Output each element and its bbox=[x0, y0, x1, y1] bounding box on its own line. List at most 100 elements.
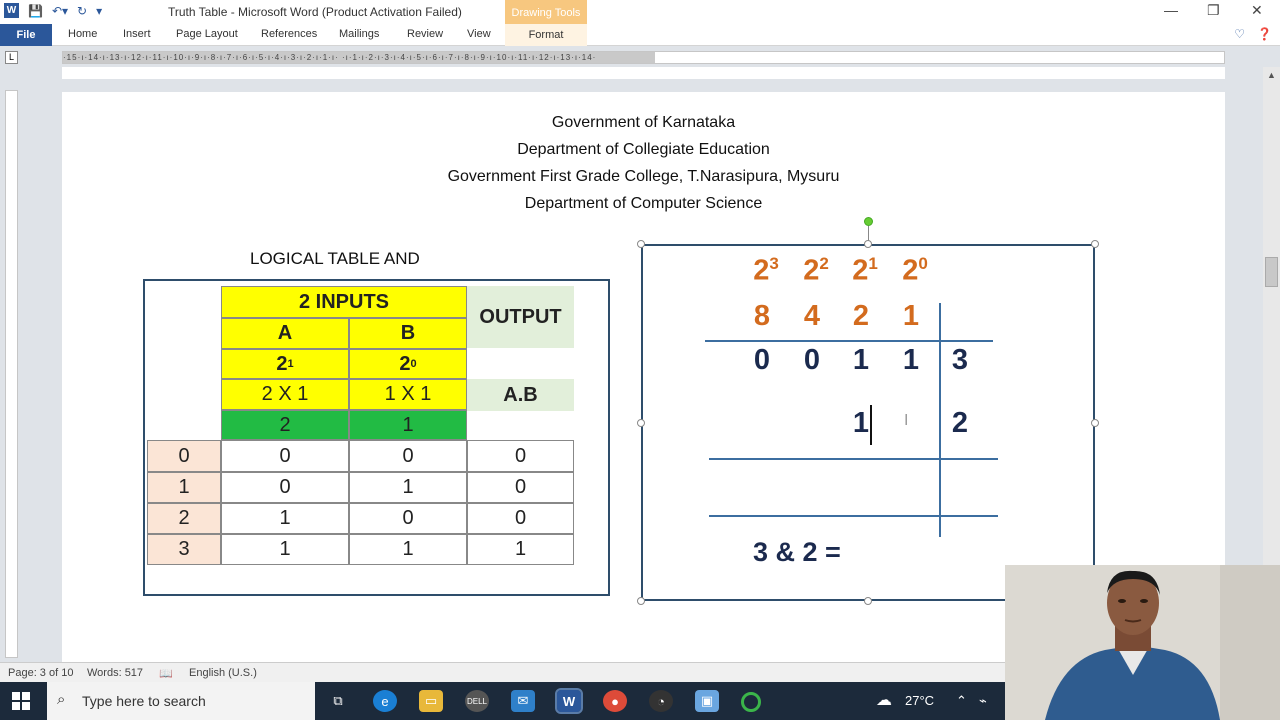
grid-line bbox=[705, 340, 993, 342]
close-button[interactable]: ✕ bbox=[1251, 2, 1263, 19]
chrome-icon[interactable]: ● bbox=[603, 690, 627, 712]
decimal-value: 2 bbox=[951, 407, 969, 439]
tab-format[interactable]: Format bbox=[505, 24, 587, 46]
power-b-base: 2 bbox=[399, 352, 411, 375]
tab-selector-icon[interactable]: L bbox=[5, 51, 18, 64]
power-label: 22 bbox=[803, 254, 829, 287]
scroll-up-icon[interactable]: ▲ bbox=[1267, 70, 1276, 80]
power-b-exp: 0 bbox=[410, 358, 417, 370]
tab-insert[interactable]: Insert bbox=[123, 28, 151, 40]
expand-ribbon-icon[interactable]: ♡ bbox=[1234, 27, 1245, 41]
weight-b: 1 bbox=[349, 410, 467, 440]
tab-page-layout[interactable]: Page Layout bbox=[176, 28, 238, 40]
clock-app-icon[interactable]: ◔ bbox=[649, 690, 673, 712]
task-view-icon[interactable]: ⧉ bbox=[326, 690, 350, 712]
word-taskbar-icon[interactable]: W bbox=[555, 688, 583, 714]
row-a: 1 bbox=[221, 503, 349, 534]
row-b: 1 bbox=[349, 534, 467, 565]
expression-cell: A.B bbox=[467, 379, 574, 411]
power-a: 21 bbox=[221, 349, 349, 379]
quick-access-toolbar: W 💾 ↶▾ ↻ ▾ bbox=[4, 3, 102, 18]
output-header: OUTPUT bbox=[467, 286, 574, 348]
tab-file[interactable]: File bbox=[0, 24, 52, 46]
row-output: 0 bbox=[467, 472, 574, 503]
network-icon[interactable]: ⌁ bbox=[979, 693, 987, 709]
bit-digit: 1 bbox=[852, 407, 870, 439]
help-icon[interactable]: ❓ bbox=[1257, 27, 1272, 41]
weight-label: 1 bbox=[902, 300, 920, 332]
webcam-overlay bbox=[1005, 565, 1280, 720]
heading-line-4: Department of Computer Science bbox=[524, 195, 763, 212]
tab-references[interactable]: References bbox=[261, 28, 317, 40]
col-b-header: B bbox=[349, 318, 467, 349]
tab-home[interactable]: Home bbox=[68, 28, 97, 40]
green-ring-app-icon[interactable] bbox=[741, 692, 761, 712]
col-a-header: A bbox=[221, 318, 349, 349]
drawing-tools-label: Drawing Tools bbox=[505, 0, 587, 24]
tab-mailings[interactable]: Mailings bbox=[339, 28, 379, 40]
row-output: 0 bbox=[467, 503, 574, 534]
resize-handle[interactable] bbox=[864, 240, 872, 248]
resize-handle[interactable] bbox=[864, 597, 872, 605]
resize-handle[interactable] bbox=[637, 419, 645, 427]
horizontal-ruler[interactable]: ·15·ı·14·ı·13·ı·12·ı·11·ı·10·ı·9·ı·8·ı·7… bbox=[62, 51, 1225, 64]
edge-icon[interactable]: e bbox=[373, 690, 397, 712]
word-app-icon[interactable]: W bbox=[4, 3, 19, 18]
rotate-handle[interactable] bbox=[864, 217, 873, 226]
proofing-icon[interactable]: 📖 bbox=[159, 667, 173, 680]
dell-icon[interactable]: DELL bbox=[465, 690, 489, 712]
search-icon: ⌕ bbox=[57, 691, 66, 708]
tab-review[interactable]: Review bbox=[407, 28, 443, 40]
resize-handle[interactable] bbox=[1091, 419, 1099, 427]
row-b: 1 bbox=[349, 472, 467, 503]
row-a: 1 bbox=[221, 534, 349, 565]
mail-icon[interactable]: ✉ bbox=[511, 690, 535, 712]
ruler-row: L ·15·ı·14·ı·13·ı·12·ı·11·ı·10·ı·9·ı·8·ı… bbox=[0, 47, 1280, 67]
mult-b: 1 X 1 bbox=[349, 379, 467, 410]
minimize-button[interactable]: — bbox=[1164, 2, 1178, 18]
power-b: 20 bbox=[349, 349, 467, 379]
save-icon[interactable]: 💾 bbox=[28, 4, 43, 18]
row-output: 0 bbox=[467, 440, 574, 472]
word-count[interactable]: Words: 517 bbox=[87, 667, 143, 679]
row-index: 2 bbox=[147, 503, 221, 534]
search-placeholder: Type here to search bbox=[82, 693, 206, 709]
windows-start-icon[interactable] bbox=[12, 692, 30, 710]
vertical-ruler[interactable] bbox=[5, 90, 18, 658]
restore-button[interactable]: ❐ bbox=[1207, 2, 1220, 19]
resize-handle[interactable] bbox=[637, 240, 645, 248]
grid-line bbox=[709, 515, 998, 517]
resize-handle[interactable] bbox=[1091, 240, 1099, 248]
heading-line-2: Department of Collegiate Education bbox=[517, 141, 770, 158]
ibeam-cursor-icon: I bbox=[904, 412, 909, 429]
customize-qat-icon[interactable]: ▾ bbox=[96, 4, 102, 18]
file-explorer-icon[interactable]: ▭ bbox=[419, 690, 443, 712]
title-bar: W 💾 ↶▾ ↻ ▾ Truth Table - Microsoft Word … bbox=[0, 0, 1280, 24]
decimal-value: 3 bbox=[951, 344, 969, 376]
ribbon-tabs: Home Insert Page Layout References Maili… bbox=[0, 24, 1280, 46]
power-label: 20 bbox=[902, 254, 928, 287]
taskbar-search[interactable]: ⌕ Type here to search bbox=[47, 682, 315, 720]
language[interactable]: English (U.S.) bbox=[189, 667, 257, 679]
temperature[interactable]: 27°C bbox=[905, 693, 934, 708]
power-a-base: 2 bbox=[276, 352, 288, 375]
weight-a: 2 bbox=[221, 410, 349, 440]
tab-view[interactable]: View bbox=[467, 28, 491, 40]
tray-chevron-icon[interactable]: ⌃ bbox=[956, 693, 967, 709]
row-index: 0 bbox=[147, 440, 221, 472]
resize-handle[interactable] bbox=[637, 597, 645, 605]
power-label: 21 bbox=[852, 254, 878, 287]
bit-digit: 1 bbox=[852, 344, 870, 376]
weather-icon[interactable]: ☁ bbox=[876, 690, 892, 710]
row-b: 0 bbox=[349, 503, 467, 534]
scroll-thumb[interactable] bbox=[1265, 257, 1278, 287]
previous-page-bottom bbox=[62, 67, 1225, 79]
presenter-image bbox=[1005, 565, 1280, 720]
row-b: 0 bbox=[349, 440, 467, 472]
undo-icon[interactable]: ↶▾ bbox=[52, 4, 68, 18]
box-app-icon[interactable]: ▣ bbox=[695, 690, 719, 712]
redo-icon[interactable]: ↻ bbox=[77, 4, 87, 18]
page-count[interactable]: Page: 3 of 10 bbox=[8, 667, 73, 679]
heading-line-3: Government First Grade College, T.Narasi… bbox=[447, 168, 840, 185]
bit-digit: 0 bbox=[803, 344, 821, 376]
